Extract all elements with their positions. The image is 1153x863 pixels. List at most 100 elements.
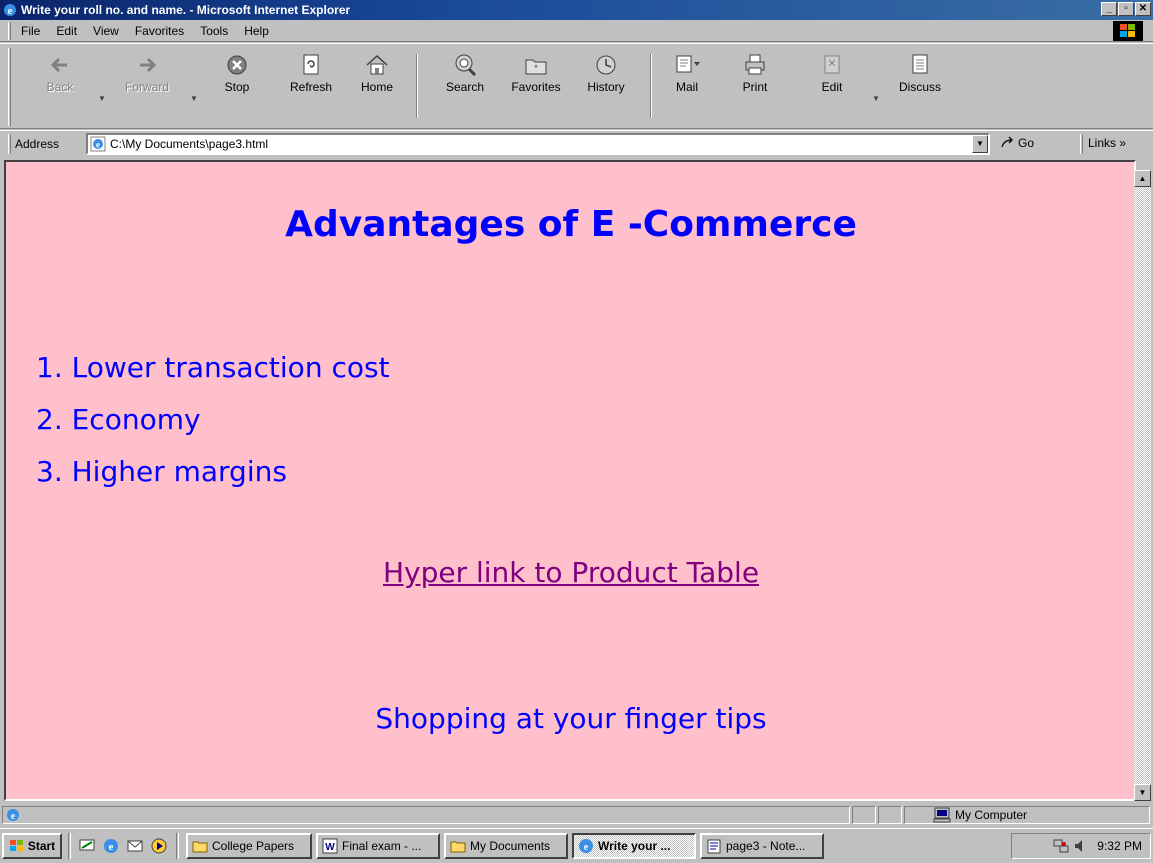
refresh-button[interactable]: Refresh xyxy=(282,48,340,128)
history-icon xyxy=(596,55,616,75)
favorites-label: Favorites xyxy=(511,80,561,94)
task-label: My Documents xyxy=(470,839,551,853)
discuss-label: Discuss xyxy=(898,80,941,94)
close-button[interactable]: ✕ xyxy=(1135,2,1151,16)
stop-button[interactable]: Stop xyxy=(212,48,262,128)
list-item: 1. Lower transaction cost xyxy=(36,351,390,384)
print-label: Print xyxy=(742,80,768,94)
address-grip[interactable] xyxy=(8,133,11,154)
status-zone-panel: My Computer xyxy=(904,806,1150,824)
advantages-list: 1. Lower transaction cost 2. Economy 3. … xyxy=(36,342,390,498)
forward-label: Forward xyxy=(124,80,169,94)
history-button[interactable]: History xyxy=(578,48,634,128)
menu-file[interactable]: File xyxy=(21,24,40,38)
forward-dropdown-icon[interactable]: ▼ xyxy=(190,94,198,103)
back-button[interactable]: Back xyxy=(36,48,84,128)
go-label: Go xyxy=(1018,136,1035,150)
edit-label: Edit xyxy=(821,80,843,94)
task-write-your[interactable]: e Write your ... xyxy=(572,833,696,859)
my-computer-icon xyxy=(933,807,951,823)
favorites-folder-icon: * xyxy=(525,59,547,75)
print-button[interactable]: Print xyxy=(732,48,778,128)
status-ie-icon: e xyxy=(7,809,19,822)
title-bar[interactable]: e Write your roll no. and name. - Micros… xyxy=(0,0,1153,20)
go-button[interactable]: Go xyxy=(1000,136,1034,150)
back-dropdown-icon[interactable]: ▼ xyxy=(98,94,106,103)
zone-label: My Computer xyxy=(955,808,1028,822)
refresh-icon xyxy=(303,54,319,75)
status-text-panel: e xyxy=(2,806,850,824)
home-button[interactable]: Home xyxy=(354,48,400,128)
task-my-documents[interactable]: My Documents xyxy=(444,833,568,859)
address-value: C:\My Documents\page3.html xyxy=(110,137,269,151)
toolbar-grip[interactable] xyxy=(8,48,11,126)
favorites-button[interactable]: * Favorites xyxy=(502,48,570,128)
notepad-icon xyxy=(707,839,721,854)
menu-view[interactable]: View xyxy=(93,24,119,38)
scroll-down-button[interactable]: ▼ xyxy=(1134,784,1151,801)
search-label: Search xyxy=(445,80,485,94)
address-dropdown-button[interactable]: ▼ xyxy=(972,135,988,153)
task-final-exam[interactable]: W Final exam - ... xyxy=(316,833,440,859)
show-desktop-icon[interactable] xyxy=(78,837,96,855)
task-label: College Papers xyxy=(212,839,295,853)
start-button[interactable]: Start xyxy=(2,833,62,859)
svg-text:W: W xyxy=(325,842,335,853)
menu-tools[interactable]: Tools xyxy=(200,24,228,38)
search-button[interactable]: Search xyxy=(436,48,494,128)
discuss-button[interactable]: Discuss xyxy=(888,48,952,128)
toolbar-separator xyxy=(650,54,652,118)
status-security-panel xyxy=(878,806,902,824)
maximize-button[interactable]: ▫ xyxy=(1118,2,1134,16)
word-icon: W xyxy=(322,838,338,854)
status-bar: e My Computer xyxy=(0,804,1153,826)
menu-bar: File Edit View Favorites Tools Help xyxy=(0,20,1153,42)
mail-button[interactable]: Mail xyxy=(664,48,710,128)
task-label: Write your ... xyxy=(598,839,671,853)
ie-launch-icon[interactable]: e xyxy=(102,837,120,855)
address-bar: Address e C:\My Documents\page3.html ▼ G… xyxy=(0,130,1153,156)
links-button[interactable]: Links » xyxy=(1088,136,1126,150)
home-label: Home xyxy=(360,80,393,94)
start-label: Start xyxy=(27,839,56,853)
taskbar: Start e College Papers W Final exam - ..… xyxy=(0,828,1153,863)
task-label: page3 - Note... xyxy=(726,839,806,853)
edit-dropdown-icon[interactable]: ▼ xyxy=(872,94,880,103)
product-table-link[interactable]: Hyper link to Product Table xyxy=(383,556,759,589)
address-label: Address xyxy=(15,136,60,151)
svg-text:e: e xyxy=(584,842,589,853)
forward-button[interactable]: Forward xyxy=(116,48,178,128)
link-container: Hyper link to Product Table xyxy=(6,556,1136,589)
window-controls: _ ▫ ✕ xyxy=(1100,2,1151,16)
scroll-up-button[interactable]: ▲ xyxy=(1134,170,1151,187)
folder-icon xyxy=(192,841,208,853)
windows-flag-icon xyxy=(9,840,23,851)
task-label: Final exam - ... xyxy=(342,839,422,853)
list-item: 3. Higher margins xyxy=(36,455,287,488)
folder-icon xyxy=(450,841,466,853)
mail-label: Mail xyxy=(675,80,698,94)
task-page3-notepad[interactable]: page3 - Note... xyxy=(700,833,824,859)
minimize-button[interactable]: _ xyxy=(1101,2,1117,16)
printer-icon xyxy=(745,54,765,75)
menu-grip[interactable] xyxy=(8,21,11,40)
tagline: Shopping at your finger tips xyxy=(375,702,767,735)
search-icon xyxy=(455,54,477,77)
edit-button[interactable]: Edit xyxy=(812,48,852,128)
menu-favorites[interactable]: Favorites xyxy=(135,24,184,38)
task-college-papers[interactable]: College Papers xyxy=(186,833,312,859)
system-tray: 9:32 PM xyxy=(1011,833,1151,859)
volume-icon[interactable] xyxy=(1073,838,1087,854)
media-player-icon[interactable] xyxy=(150,837,168,855)
menu-help[interactable]: Help xyxy=(244,24,269,38)
windows-logo-icon xyxy=(1113,21,1143,41)
taskbar-separator xyxy=(176,833,179,859)
menu-edit[interactable]: Edit xyxy=(56,24,77,38)
address-input[interactable]: e C:\My Documents\page3.html ▼ xyxy=(86,133,990,155)
vertical-scrollbar[interactable]: ▲ ▼ xyxy=(1134,170,1151,801)
standard-toolbar: Back ▼ Forward ▼ Stop Refresh Home Searc… xyxy=(0,43,1153,129)
stop-icon xyxy=(227,55,247,75)
outlook-express-icon[interactable] xyxy=(126,837,144,855)
clock[interactable]: 9:32 PM xyxy=(1097,839,1142,853)
network-icon[interactable] xyxy=(1053,838,1069,854)
